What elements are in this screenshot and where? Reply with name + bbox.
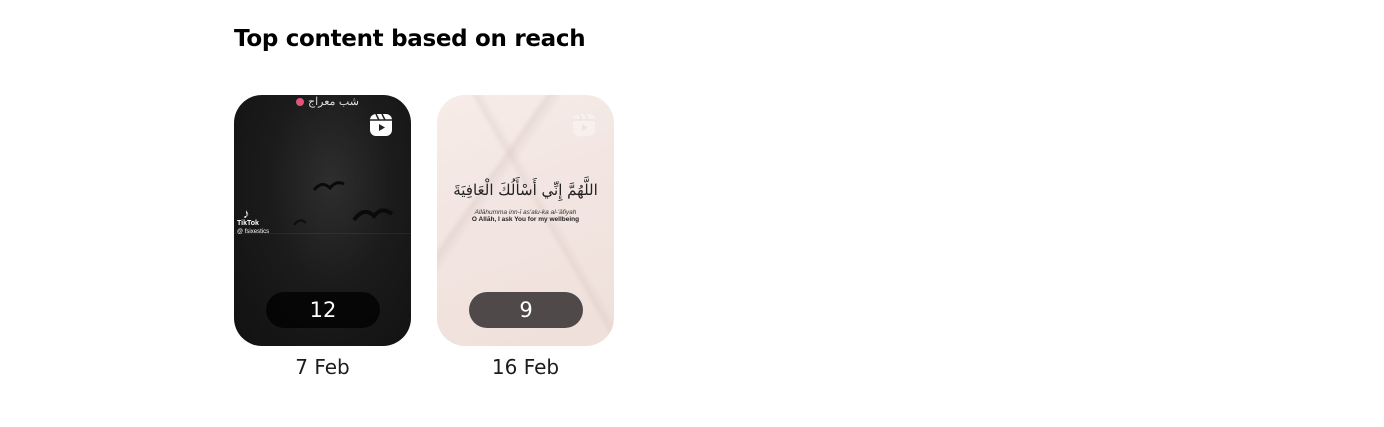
reel-icon	[370, 113, 392, 136]
dua-transliteration: Allāhumma inn-ī as'alu-ka al-'āfiyah	[474, 209, 577, 216]
birds-silhouette	[293, 181, 394, 226]
content-card[interactable]: اللَّهُمَّ إِنِّي أَسْأَلُكَ الْعَافِيَة…	[437, 95, 614, 379]
section-title: Top content based on reach	[234, 26, 586, 52]
dua-translation: O Allāh, I ask You for my wellbeing	[471, 216, 580, 223]
tiktok-icon: ♪	[243, 206, 250, 221]
heart-emoji-icon	[296, 98, 304, 106]
overlay-caption: شب معراج	[308, 95, 359, 108]
reach-count: 12	[266, 292, 380, 328]
tiktok-brand: TikTok	[237, 220, 259, 227]
tiktok-watermark: ♪ TikTok @ fsixestics	[237, 207, 269, 236]
reach-count: 9	[469, 292, 583, 328]
content-thumbnail[interactable]: شب معراج ♪ TikTok @ fsixestics 12	[234, 95, 411, 346]
tiktok-handle: @ fsixestics	[237, 229, 270, 235]
dua-arabic-text: اللَّهُمَّ إِنِّي أَسْأَلُكَ الْعَافِيَة…	[453, 181, 598, 199]
content-date: 7 Feb	[295, 355, 350, 379]
content-date: 16 Feb	[491, 355, 560, 379]
content-card[interactable]: شب معراج ♪ TikTok @ fsixestics 12 7 Feb	[234, 95, 411, 379]
content-thumbnail[interactable]: اللَّهُمَّ إِنِّي أَسْأَلُكَ الْعَافِيَة…	[437, 95, 614, 346]
top-content-list: شب معراج ♪ TikTok @ fsixestics 12 7 Feb	[234, 95, 614, 379]
reel-icon	[573, 113, 595, 136]
